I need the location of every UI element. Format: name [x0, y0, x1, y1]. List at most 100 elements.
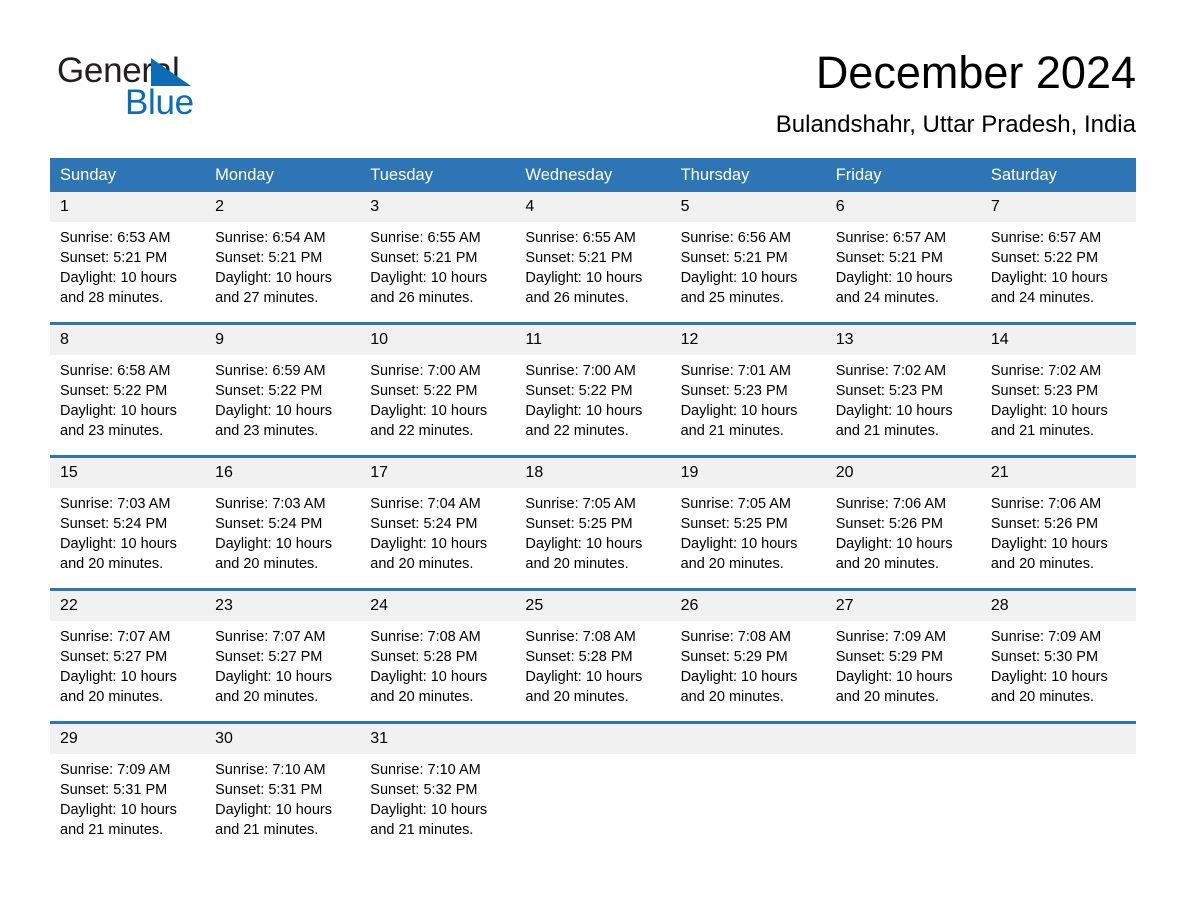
daylight-text-line2: and 20 minutes. [215, 556, 319, 572]
daylight-text-line2: and 25 minutes. [680, 290, 784, 306]
day-cell[interactable]: 12 Sunrise: 7:01 AM Sunset: 5:23 PM Dayl… [670, 325, 826, 455]
day-cell[interactable]: 9 Sunrise: 6:59 AM Sunset: 5:22 PM Dayli… [205, 325, 361, 455]
weekday-header-friday: Friday [835, 166, 882, 184]
day-cell[interactable]: 14 Sunrise: 7:02 AM Sunset: 5:23 PM Dayl… [980, 325, 1136, 455]
sunrise-text: Sunrise: 6:55 AM [525, 230, 636, 246]
day-cell[interactable]: 24 Sunrise: 7:08 AM Sunset: 5:28 PM Dayl… [360, 591, 516, 721]
daylight-text-line1: Daylight: 10 hours [60, 802, 177, 818]
sunset-text: Sunset: 5:25 PM [525, 516, 633, 532]
day-cell[interactable]: 13 Sunrise: 7:02 AM Sunset: 5:23 PM Dayl… [825, 325, 981, 455]
day-number: 22 [50, 591, 206, 621]
day-details: Sunrise: 7:08 AM Sunset: 5:28 PM Dayligh… [360, 621, 515, 721]
daylight-text-line1: Daylight: 10 hours [60, 536, 177, 552]
day-number: 4 [515, 192, 671, 222]
day-cell-empty [980, 724, 1136, 854]
day-cell[interactable]: 2 Sunrise: 6:54 AM Sunset: 5:21 PM Dayli… [205, 192, 361, 322]
day-cell[interactable]: 11 Sunrise: 7:00 AM Sunset: 5:22 PM Dayl… [515, 325, 671, 455]
day-details: Sunrise: 7:03 AM Sunset: 5:24 PM Dayligh… [50, 488, 205, 588]
day-details: Sunrise: 7:10 AM Sunset: 5:32 PM Dayligh… [360, 754, 515, 854]
daylight-text-line1: Daylight: 10 hours [215, 669, 333, 685]
sunset-text: Sunset: 5:21 PM [525, 250, 633, 266]
daylight-text-line1: Daylight: 10 hours [680, 403, 798, 419]
day-cell[interactable]: 1 Sunrise: 6:53 AM Sunset: 5:21 PM Dayli… [50, 192, 206, 322]
day-cell[interactable]: 29 Sunrise: 7:09 AM Sunset: 5:31 PM Dayl… [50, 724, 206, 854]
daylight-text-line2: and 26 minutes. [525, 290, 629, 306]
day-number: 8 [50, 325, 206, 355]
day-number: 2 [205, 192, 361, 222]
day-cell[interactable]: 19 Sunrise: 7:05 AM Sunset: 5:25 PM Dayl… [670, 458, 826, 588]
day-number [825, 724, 981, 754]
sunset-text: Sunset: 5:26 PM [990, 516, 1099, 532]
daylight-text-line1: Daylight: 10 hours [215, 536, 333, 552]
day-cell[interactable]: 27 Sunrise: 7:09 AM Sunset: 5:29 PM Dayl… [825, 591, 981, 721]
day-number [670, 724, 826, 754]
sunset-text: Sunset: 5:23 PM [835, 383, 943, 399]
day-number: 20 [825, 458, 981, 488]
day-cell[interactable]: 26 Sunrise: 7:08 AM Sunset: 5:29 PM Dayl… [670, 591, 826, 721]
day-details: Sunrise: 6:55 AM Sunset: 5:21 PM Dayligh… [515, 222, 670, 322]
day-cell[interactable]: 18 Sunrise: 7:05 AM Sunset: 5:25 PM Dayl… [515, 458, 671, 588]
day-cell[interactable]: 5 Sunrise: 6:56 AM Sunset: 5:21 PM Dayli… [670, 192, 826, 322]
sunset-text: Sunset: 5:25 PM [680, 516, 788, 532]
daylight-text-line2: and 27 minutes. [215, 290, 319, 306]
day-cell-empty [670, 724, 826, 854]
sunrise-text: Sunrise: 7:02 AM [835, 363, 947, 379]
day-cell[interactable]: 28 Sunrise: 7:09 AM Sunset: 5:30 PM Dayl… [980, 591, 1136, 721]
day-cell[interactable]: 10 Sunrise: 7:00 AM Sunset: 5:22 PM Dayl… [360, 325, 516, 455]
daylight-text-line1: Daylight: 10 hours [990, 536, 1108, 552]
day-number: 7 [980, 192, 1136, 222]
day-cell[interactable]: 23 Sunrise: 7:07 AM Sunset: 5:27 PM Dayl… [205, 591, 361, 721]
day-cell[interactable]: 17 Sunrise: 7:04 AM Sunset: 5:24 PM Dayl… [360, 458, 516, 588]
day-number: 28 [980, 591, 1136, 621]
day-details: Sunrise: 6:56 AM Sunset: 5:21 PM Dayligh… [671, 222, 826, 322]
daylight-text-line1: Daylight: 10 hours [680, 669, 798, 685]
day-cell[interactable]: 4 Sunrise: 6:55 AM Sunset: 5:21 PM Dayli… [515, 192, 671, 322]
day-number: 5 [670, 192, 826, 222]
day-details: Sunrise: 7:05 AM Sunset: 5:25 PM Dayligh… [671, 488, 826, 588]
daylight-text-line1: Daylight: 10 hours [525, 536, 643, 552]
calendar-page: General Blue December 2024 Bulandshahr, … [0, 0, 1188, 918]
daylight-text-line2: and 21 minutes. [370, 822, 474, 838]
day-details [826, 754, 981, 774]
sunset-text: Sunset: 5:22 PM [60, 383, 168, 399]
weekday-header-sunday: Sunday [60, 166, 116, 184]
daylight-text-line1: Daylight: 10 hours [370, 669, 488, 685]
day-cell[interactable]: 8 Sunrise: 6:58 AM Sunset: 5:22 PM Dayli… [50, 325, 206, 455]
daylight-text-line2: and 24 minutes. [835, 290, 939, 306]
weekday-header-row: Sunday Monday Tuesday Wednesday Thursday… [50, 158, 1136, 192]
day-cell[interactable]: 16 Sunrise: 7:03 AM Sunset: 5:24 PM Dayl… [205, 458, 361, 588]
sunrise-text: Sunrise: 6:56 AM [680, 230, 791, 246]
sunrise-text: Sunrise: 7:09 AM [60, 762, 171, 778]
day-number: 12 [670, 325, 826, 355]
day-cell[interactable]: 30 Sunrise: 7:10 AM Sunset: 5:31 PM Dayl… [205, 724, 361, 854]
sunset-text: Sunset: 5:28 PM [525, 649, 633, 665]
sunset-text: Sunset: 5:26 PM [835, 516, 943, 532]
day-number: 13 [825, 325, 981, 355]
sunrise-text: Sunrise: 6:57 AM [990, 230, 1102, 246]
day-cell[interactable]: 22 Sunrise: 7:07 AM Sunset: 5:27 PM Dayl… [50, 591, 206, 721]
daylight-text-line2: and 24 minutes. [990, 290, 1095, 306]
general-blue-logo[interactable]: General Blue [57, 52, 357, 124]
day-cell[interactable]: 3 Sunrise: 6:55 AM Sunset: 5:21 PM Dayli… [360, 192, 516, 322]
day-number: 10 [360, 325, 516, 355]
day-cell[interactable]: 7 Sunrise: 6:57 AM Sunset: 5:22 PM Dayli… [980, 192, 1136, 322]
day-number: 1 [50, 192, 206, 222]
day-cell[interactable]: 31 Sunrise: 7:10 AM Sunset: 5:32 PM Dayl… [360, 724, 516, 854]
day-cell[interactable]: 20 Sunrise: 7:06 AM Sunset: 5:26 PM Dayl… [825, 458, 981, 588]
daylight-text-line2: and 20 minutes. [835, 556, 939, 572]
daylight-text-line1: Daylight: 10 hours [525, 669, 643, 685]
day-cell[interactable]: 15 Sunrise: 7:03 AM Sunset: 5:24 PM Dayl… [50, 458, 206, 588]
day-cell[interactable]: 6 Sunrise: 6:57 AM Sunset: 5:21 PM Dayli… [825, 192, 981, 322]
week-row: 22 Sunrise: 7:07 AM Sunset: 5:27 PM Dayl… [50, 588, 1136, 721]
sunset-text: Sunset: 5:22 PM [215, 383, 323, 399]
sunrise-text: Sunrise: 7:07 AM [60, 629, 171, 645]
day-cell[interactable]: 25 Sunrise: 7:08 AM Sunset: 5:28 PM Dayl… [515, 591, 671, 721]
daylight-text-line2: and 21 minutes. [215, 822, 319, 838]
day-number: 11 [515, 325, 671, 355]
calendar-table: Sunday Monday Tuesday Wednesday Thursday… [50, 158, 1136, 854]
week-row: 15 Sunrise: 7:03 AM Sunset: 5:24 PM Dayl… [50, 455, 1136, 588]
day-cell[interactable]: 21 Sunrise: 7:06 AM Sunset: 5:26 PM Dayl… [980, 458, 1136, 588]
weekday-header-wednesday: Wednesday [525, 166, 613, 184]
daylight-text-line2: and 20 minutes. [370, 556, 474, 572]
triangle-icon [151, 58, 191, 86]
